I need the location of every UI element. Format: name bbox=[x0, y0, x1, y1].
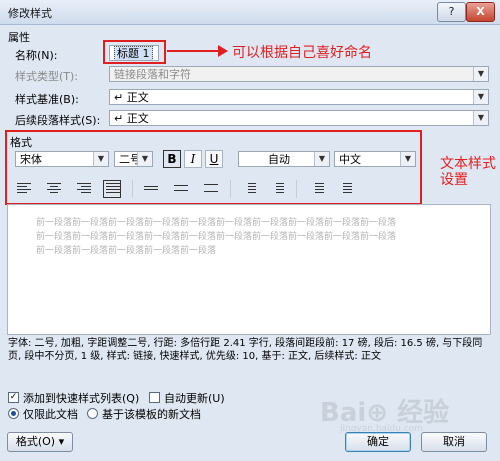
toolbar-separator bbox=[296, 180, 297, 198]
help-button[interactable]: ? bbox=[437, 2, 466, 22]
this-document-radio[interactable] bbox=[8, 408, 19, 419]
this-document-label: 仅限此文档 bbox=[23, 408, 78, 421]
chevron-down-icon[interactable]: ▼ bbox=[314, 152, 329, 166]
preview-sample-line: 前一段落前一段落前一段落前一段落前一段落前一段落前一段落前一段落前一段落前一段落 bbox=[36, 218, 397, 228]
toolbar-separator bbox=[132, 180, 133, 198]
ok-button[interactable]: 确定 bbox=[345, 432, 411, 452]
language-value: 中文 bbox=[339, 153, 361, 166]
style-type-value: 链接段落和字符 bbox=[114, 68, 191, 81]
justify-button[interactable] bbox=[103, 180, 121, 198]
properties-section-label: 属性 bbox=[8, 31, 30, 44]
title-bar bbox=[0, 0, 500, 25]
style-type-select: 链接段落和字符 ▼ bbox=[109, 66, 489, 82]
format-menu-button[interactable]: 格式(O) ▾ bbox=[7, 432, 73, 452]
align-center-icon[interactable] bbox=[45, 181, 63, 197]
font-size-select[interactable]: 二号 ▼ bbox=[114, 151, 153, 167]
auto-update-label: 自动更新(U) bbox=[164, 392, 225, 405]
increase-indent-icon[interactable] bbox=[336, 181, 354, 197]
decrease-indent-icon[interactable] bbox=[308, 181, 326, 197]
chevron-down-icon[interactable]: ▼ bbox=[473, 111, 488, 125]
decrease-spacing-icon[interactable] bbox=[268, 181, 286, 197]
chevron-down-icon[interactable]: ▼ bbox=[400, 152, 415, 166]
preview-sample-line: 前一段落前一段落前一段落前一段落前一段落前一段落前一段落前一段落前一段落前一段落 bbox=[36, 232, 397, 242]
justify-icon bbox=[104, 183, 122, 199]
italic-button[interactable]: I bbox=[184, 150, 202, 168]
style-type-label: 样式类型(T): bbox=[15, 70, 79, 83]
arrow-head-icon bbox=[218, 45, 228, 57]
chevron-down-icon[interactable]: ▼ bbox=[93, 152, 108, 166]
format-section-label: 格式 bbox=[10, 136, 32, 149]
chevron-down-icon: ▼ bbox=[473, 67, 488, 81]
cancel-button[interactable]: 取消 bbox=[421, 432, 487, 452]
align-right-icon[interactable] bbox=[75, 181, 93, 197]
chevron-down-icon[interactable]: ▼ bbox=[137, 152, 152, 166]
next-style-label: 后续段落样式(S): bbox=[15, 114, 101, 127]
name-annotation-text: 可以根据自己喜好命名 bbox=[232, 45, 372, 61]
next-style-select[interactable]: ↵ 正文 ▼ bbox=[109, 110, 489, 126]
preview-sample-line: 前一段落前一段落前一段落前一段落前一段落 bbox=[36, 246, 217, 256]
name-label: 名称(N): bbox=[15, 49, 58, 62]
underline-button[interactable]: U bbox=[205, 150, 223, 168]
double-spacing-icon[interactable] bbox=[202, 181, 220, 197]
single-spacing-icon[interactable] bbox=[142, 181, 160, 197]
font-value: 宋体 bbox=[20, 153, 42, 166]
style-base-value: ↵ 正文 bbox=[114, 91, 149, 104]
font-color-select[interactable]: 自动 ▼ bbox=[238, 151, 330, 167]
auto-update-checkbox[interactable] bbox=[149, 392, 160, 403]
align-left-icon[interactable] bbox=[15, 181, 33, 197]
style-base-label: 样式基准(B): bbox=[15, 93, 79, 106]
increase-spacing-icon[interactable] bbox=[240, 181, 258, 197]
window-title: 修改样式 bbox=[8, 7, 52, 20]
bold-button[interactable]: B bbox=[163, 150, 181, 168]
next-style-value: ↵ 正文 bbox=[114, 112, 149, 125]
style-description: 字体: 二号, 加粗, 字距调整二号, 行距: 多倍行距 2.41 字行, 段落… bbox=[8, 338, 483, 362]
close-button[interactable]: X bbox=[466, 2, 495, 22]
new-documents-label: 基于该模板的新文档 bbox=[102, 408, 201, 421]
chevron-down-icon[interactable]: ▼ bbox=[473, 90, 488, 104]
language-select[interactable]: 中文 ▼ bbox=[334, 151, 416, 167]
style-base-select[interactable]: ↵ 正文 ▼ bbox=[109, 89, 489, 105]
font-select[interactable]: 宋体 ▼ bbox=[15, 151, 109, 167]
style-preview: 前一段落前一段落前一段落前一段落前一段落前一段落前一段落前一段落前一段落前一段落… bbox=[7, 204, 491, 335]
style-annotation-line2: 设置 bbox=[440, 172, 468, 188]
add-quick-style-checkbox[interactable]: ✓ bbox=[8, 392, 19, 403]
font-color-value: 自动 bbox=[268, 153, 290, 166]
add-quick-style-label: 添加到快速样式列表(Q) bbox=[23, 392, 140, 405]
new-documents-radio[interactable] bbox=[87, 408, 98, 419]
one-half-spacing-icon[interactable] bbox=[172, 181, 190, 197]
name-highlight-box bbox=[103, 40, 166, 64]
annotation-arrow bbox=[167, 50, 219, 52]
toolbar-separator bbox=[230, 180, 231, 198]
